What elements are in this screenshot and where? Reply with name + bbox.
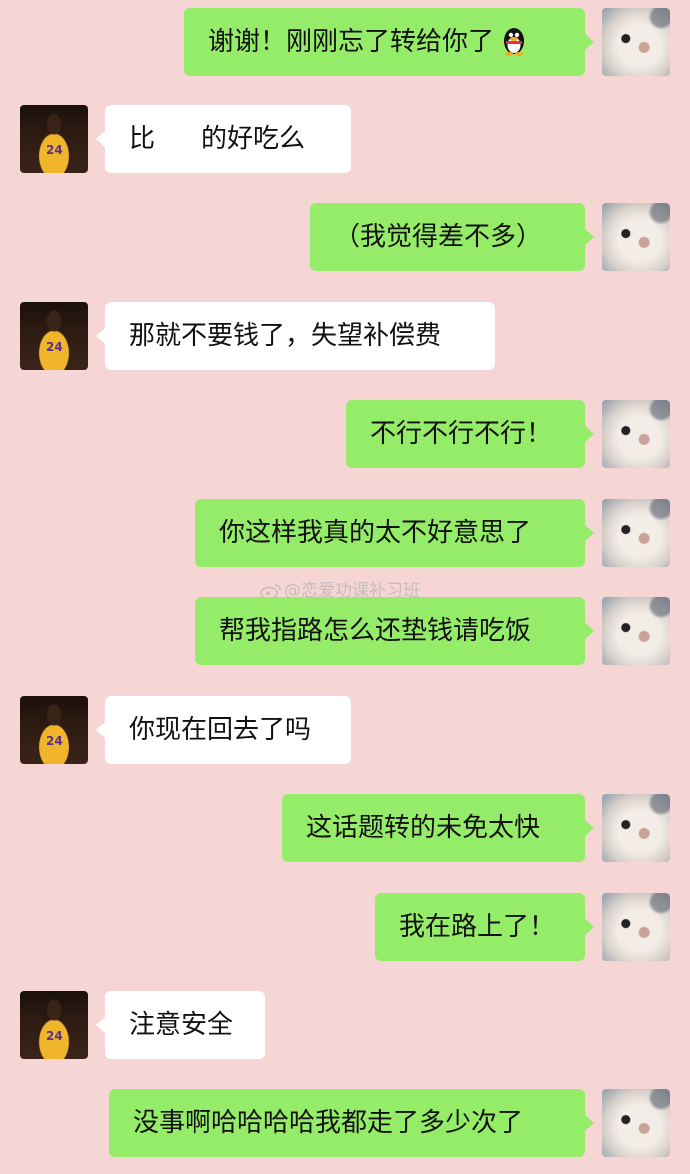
message-text: （我觉得差不多） bbox=[334, 222, 543, 252]
my-avatar[interactable] bbox=[602, 8, 670, 76]
message-text: 这话题转的未免太快 bbox=[306, 813, 541, 843]
message-row-sent: 我在路上了！ bbox=[0, 893, 690, 961]
message-text: 谢谢！刚刚忘了转给你了 bbox=[208, 27, 495, 57]
my-avatar[interactable] bbox=[602, 794, 670, 862]
message-row-sent: 这话题转的未免太快 bbox=[0, 794, 690, 862]
message-row-received: 那就不要钱了，失望补偿费 bbox=[0, 302, 690, 370]
message-text: 那就不要钱了，失望补偿费 bbox=[129, 321, 442, 351]
message-text: 你这样我真的太不好意思了 bbox=[219, 518, 532, 548]
my-avatar[interactable] bbox=[602, 597, 670, 665]
message-bubble[interactable]: 你现在回去了吗 bbox=[96, 696, 351, 764]
my-avatar[interactable] bbox=[602, 499, 670, 567]
message-text-part: 的好吃么 bbox=[201, 124, 306, 154]
message-bubble[interactable]: 那就不要钱了，失望补偿费 bbox=[96, 302, 495, 370]
message-bubble[interactable]: 帮我指路怎么还垫钱请吃饭 bbox=[195, 597, 594, 665]
message-row-sent: （我觉得差不多） bbox=[0, 203, 690, 271]
message-row-sent: 你这样我真的太不好意思了 bbox=[0, 499, 690, 567]
qq-penguin-icon bbox=[504, 27, 525, 56]
message-row-sent: 谢谢！刚刚忘了转给你了 bbox=[0, 8, 690, 76]
contact-avatar[interactable] bbox=[20, 991, 88, 1059]
message-row-received: 注意安全 bbox=[0, 991, 690, 1059]
my-avatar[interactable] bbox=[602, 203, 670, 271]
my-avatar[interactable] bbox=[602, 893, 670, 961]
message-text: 不行不行不行！ bbox=[370, 419, 553, 449]
message-bubble[interactable]: 不行不行不行！ bbox=[346, 400, 594, 468]
message-text: 帮我指路怎么还垫钱请吃饭 bbox=[219, 616, 532, 646]
message-row-sent: 不行不行不行！ bbox=[0, 400, 690, 468]
my-avatar[interactable] bbox=[602, 400, 670, 468]
message-row-sent: 没事啊哈哈哈哈我都走了多少次了 bbox=[0, 1089, 690, 1157]
message-bubble[interactable]: 这话题转的未免太快 bbox=[282, 794, 594, 862]
chat-area[interactable]: 谢谢！刚刚忘了转给你了 比 的好吃么 （我觉得差不多） 那就不要钱了，失望补偿费 bbox=[0, 0, 690, 1174]
message-bubble[interactable]: （我觉得差不多） bbox=[310, 203, 594, 271]
message-text: 你现在回去了吗 bbox=[129, 715, 312, 745]
message-bubble[interactable]: 没事啊哈哈哈哈我都走了多少次了 bbox=[109, 1089, 594, 1157]
message-row-received: 比 的好吃么 bbox=[0, 105, 690, 173]
message-bubble[interactable]: 注意安全 bbox=[96, 991, 265, 1059]
message-text: 没事啊哈哈哈哈我都走了多少次了 bbox=[133, 1108, 524, 1138]
message-bubble[interactable]: 你这样我真的太不好意思了 bbox=[195, 499, 594, 567]
contact-avatar[interactable] bbox=[20, 696, 88, 764]
contact-avatar[interactable] bbox=[20, 302, 88, 370]
message-text-part: 比 bbox=[129, 124, 156, 154]
contact-avatar[interactable] bbox=[20, 105, 88, 173]
message-row-received: 你现在回去了吗 bbox=[0, 696, 690, 764]
message-text: 我在路上了！ bbox=[399, 912, 556, 942]
my-avatar[interactable] bbox=[602, 1089, 670, 1157]
message-bubble[interactable]: 谢谢！刚刚忘了转给你了 bbox=[184, 8, 594, 76]
message-bubble[interactable]: 比 的好吃么 bbox=[96, 105, 351, 173]
message-row-sent: 帮我指路怎么还垫钱请吃饭 bbox=[0, 597, 690, 665]
message-text: 注意安全 bbox=[129, 1010, 234, 1040]
message-bubble[interactable]: 我在路上了！ bbox=[375, 893, 594, 961]
